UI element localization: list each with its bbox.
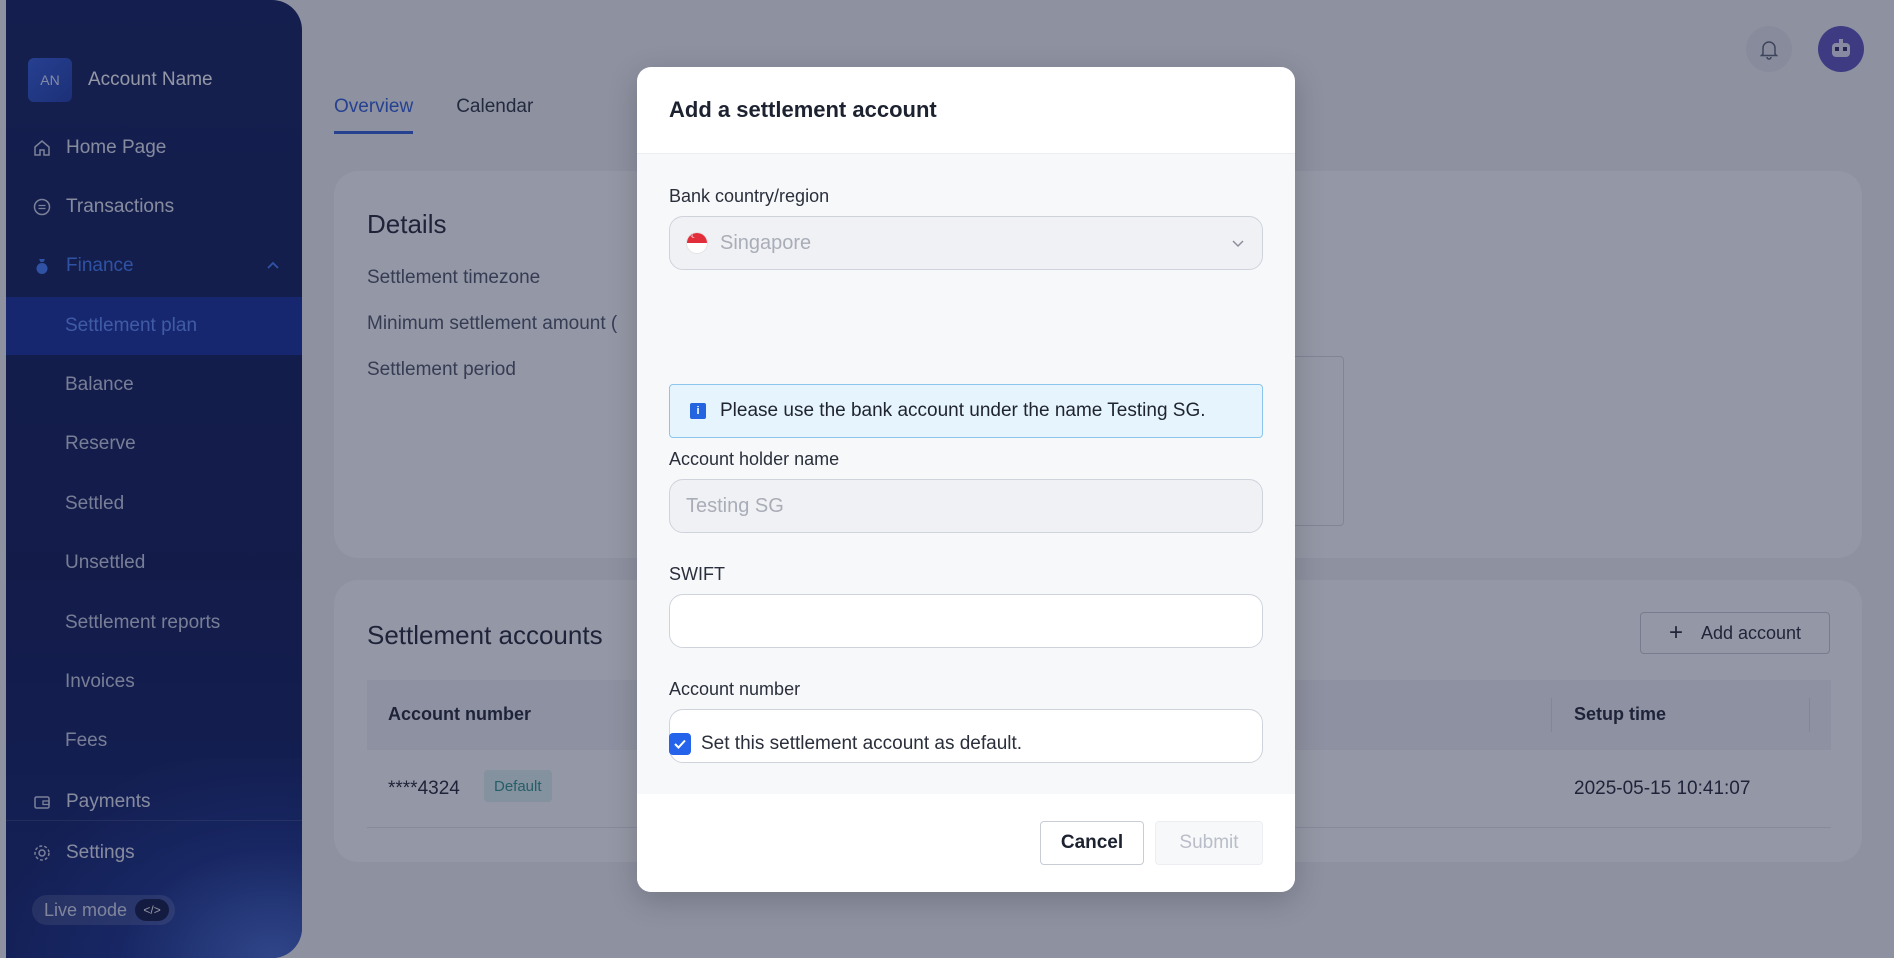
default-checkbox-row[interactable]: Set this settlement account as default. xyxy=(669,733,1022,755)
swift-label: SWIFT xyxy=(669,564,725,584)
account-holder-field[interactable]: Testing SG xyxy=(669,479,1263,533)
cancel-button[interactable]: Cancel xyxy=(1040,821,1144,865)
add-settlement-account-dialog: Add a settlement account Bank country/re… xyxy=(637,67,1295,892)
country-value: Singapore xyxy=(720,231,812,254)
country-label: Bank country/region xyxy=(669,186,830,206)
default-checkbox[interactable] xyxy=(669,733,691,755)
info-icon: i xyxy=(690,403,706,419)
info-text: Please use the bank account under the na… xyxy=(720,400,1206,421)
singapore-flag-icon xyxy=(686,232,708,254)
default-checkbox-label: Set this settlement account as default. xyxy=(701,733,1023,754)
info-banner: i Please use the bank account under the … xyxy=(669,384,1263,438)
chevron-down-icon xyxy=(1230,234,1246,257)
submit-button[interactable]: Submit xyxy=(1155,821,1263,865)
swift-input[interactable] xyxy=(669,594,1263,648)
holder-value: Testing SG xyxy=(686,494,784,517)
checkmark-icon xyxy=(674,739,686,749)
dialog-footer: Cancel Submit xyxy=(637,794,1295,892)
holder-label: Account holder name xyxy=(669,449,840,469)
country-select[interactable]: Singapore xyxy=(669,216,1263,270)
dialog-body: Bank country/region Singapore i Please u… xyxy=(637,154,1295,794)
account-number-label: Account number xyxy=(669,679,801,699)
dialog-title: Add a settlement account xyxy=(637,67,1295,154)
